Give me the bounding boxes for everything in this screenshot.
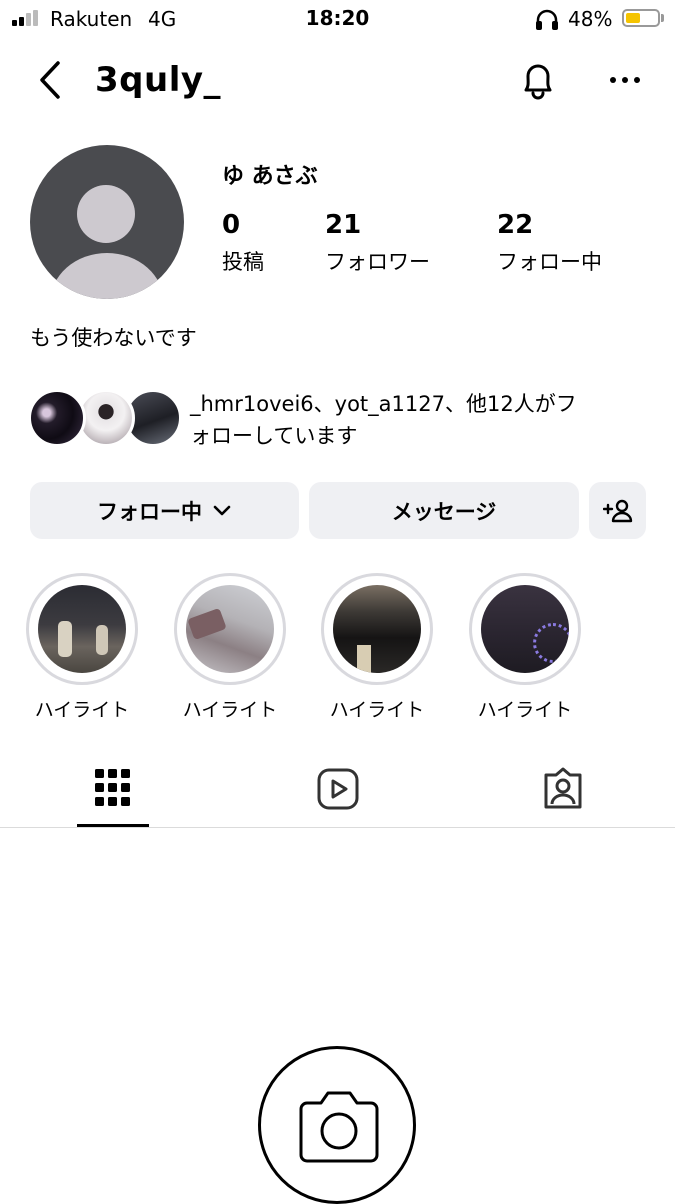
highlight-item[interactable]	[321, 573, 433, 685]
add-user-icon	[602, 499, 632, 522]
posts-count: 0	[222, 210, 241, 240]
headphones-icon	[536, 9, 558, 30]
follower-avatar[interactable]	[28, 389, 86, 447]
following-label[interactable]: フォロー中	[497, 246, 602, 276]
following-count[interactable]: 22	[497, 210, 533, 240]
message-button[interactable]: メッセージ	[309, 482, 579, 539]
display-name: ゆ あさぶ	[222, 164, 318, 189]
page-title: 3quly_	[95, 60, 222, 100]
bell-icon[interactable]	[516, 58, 560, 102]
chevron-left-icon[interactable]	[36, 60, 66, 100]
more-horizontal-icon[interactable]	[608, 74, 642, 86]
battery-tip	[661, 14, 664, 22]
highlight-item[interactable]	[26, 573, 138, 685]
grid-icon[interactable]	[95, 769, 131, 807]
bio: もう使わないです	[30, 326, 197, 350]
highlight-label: ハイライト	[477, 699, 573, 721]
following-button[interactable]: フォロー中	[30, 482, 299, 539]
battery-percent: 48%	[568, 7, 613, 31]
divider	[0, 827, 675, 828]
highlight-label: ハイライト	[329, 699, 425, 721]
status-bar: Rakuten 4G 18:20 48%	[0, 0, 675, 38]
posts-label: 投稿	[222, 250, 264, 274]
highlight-item[interactable]	[469, 573, 581, 685]
tagged-icon[interactable]	[542, 766, 584, 810]
chevron-down-icon	[213, 505, 231, 515]
followers-count[interactable]: 21	[325, 210, 361, 240]
empty-posts-circle	[258, 1046, 416, 1204]
followers-label[interactable]: フォロワー	[325, 246, 430, 276]
highlight-label: ハイライト	[34, 699, 130, 721]
reels-icon[interactable]	[317, 768, 359, 810]
followed-by-text[interactable]: _hmr1ovei6、yot_a1127、他12人がフ ォローしています	[190, 388, 640, 452]
highlight-label: ハイライト	[182, 699, 278, 721]
avatar[interactable]	[30, 145, 184, 299]
camera-icon	[299, 1091, 379, 1163]
highlight-item[interactable]	[174, 573, 286, 685]
add-user-button[interactable]	[589, 482, 646, 539]
battery-icon	[622, 9, 660, 27]
